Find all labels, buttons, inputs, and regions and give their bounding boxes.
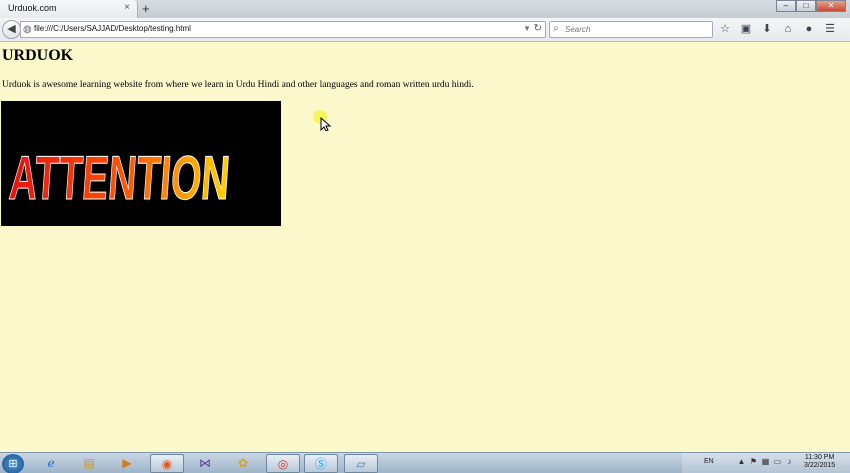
tab-close-icon[interactable]: ×: [124, 2, 130, 14]
title-bar: Urduok.com × + – □ ✕: [0, 0, 850, 18]
firefox-icon[interactable]: ◉: [150, 454, 184, 473]
browser-tab[interactable]: Urduok.com ×: [0, 0, 138, 18]
star-icon[interactable]: ☆: [718, 22, 732, 36]
back-button[interactable]: ◀: [2, 20, 21, 39]
attention-image: ATTENTION: [1, 101, 281, 226]
menu-icon[interactable]: ☰: [823, 22, 837, 36]
window-controls: – □ ✕: [776, 0, 846, 12]
home-icon[interactable]: ⌂: [781, 22, 795, 36]
url-text[interactable]: file:///C:/Users/SAJJAD/Desktop/testing.…: [34, 24, 191, 33]
new-tab-button[interactable]: +: [142, 1, 150, 16]
system-tray: EN ▲ ⚑ ▦ ▭ ♪ 11:30 PM 3/22/2015: [682, 453, 850, 473]
page-title: URDUOK: [2, 47, 74, 64]
globe-icon: ◍: [23, 24, 32, 35]
skype-icon[interactable]: Ⓢ: [304, 454, 338, 473]
bookmarks-icon[interactable]: ▣: [739, 22, 753, 36]
taskbar: ⊞ ℯ ▤ ▶ ◉ ⋈ ✿ ◎ Ⓢ ▱ EN ▲ ⚑ ▦ ▭ ♪ 11:30 P…: [0, 452, 850, 473]
page-content: URDUOK Urduok is awesome learning websit…: [0, 43, 850, 452]
paint-icon[interactable]: ✿: [226, 454, 260, 473]
language-indicator[interactable]: EN: [704, 458, 714, 465]
tray-icons: ▲ ⚑ ▦ ▭ ♪: [737, 457, 794, 467]
reload-icon[interactable]: ↻: [534, 23, 542, 34]
notepad-icon[interactable]: ▱: [344, 454, 378, 473]
url-bar[interactable]: ◍ file:///C:/Users/SAJJAD/Desktop/testin…: [20, 21, 546, 38]
media-icon[interactable]: ▶: [110, 454, 144, 473]
ie-icon[interactable]: ℯ: [34, 454, 68, 473]
vs-icon[interactable]: ⋈: [188, 454, 222, 473]
search-bar[interactable]: ⌕ Search: [549, 21, 713, 38]
minimize-button[interactable]: –: [776, 0, 796, 12]
explorer-icon[interactable]: ▤: [72, 454, 106, 473]
close-button[interactable]: ✕: [816, 0, 846, 12]
search-input[interactable]: Search: [565, 25, 590, 34]
attention-graphic: ATTENTION: [7, 144, 233, 214]
monitor-icon[interactable]: ▭: [773, 457, 782, 467]
clock-time: 11:30 PM: [804, 454, 835, 461]
download-icon[interactable]: ⬇: [760, 22, 774, 36]
volume-icon[interactable]: ♪: [785, 457, 794, 467]
back-arrow-icon: ◀: [7, 23, 16, 35]
tab-title: Urduok.com: [8, 3, 57, 13]
chat-icon[interactable]: ●: [802, 22, 816, 36]
clock-date: 3/22/2015: [804, 462, 836, 469]
start-icon[interactable]: ⊞: [2, 454, 24, 473]
attention-text: ATTENTION: [7, 144, 232, 213]
search-icon: ⌕: [553, 23, 559, 34]
maximize-button[interactable]: □: [796, 0, 816, 12]
navigation-toolbar: ◀ ◍ file:///C:/Users/SAJJAD/Desktop/test…: [0, 18, 850, 42]
chrome-icon[interactable]: ◎: [266, 454, 300, 473]
network-icon[interactable]: ▦: [761, 457, 770, 467]
toolbar-icons: ☆ ▣ ⬇ ⌂ ● ☰: [718, 22, 837, 36]
clock[interactable]: 11:30 PM 3/22/2015: [804, 454, 835, 470]
mouse-cursor: [312, 109, 332, 136]
tray-arrow-icon[interactable]: ▲: [737, 457, 746, 467]
flag-icon[interactable]: ⚑: [749, 457, 758, 467]
page-paragraph: Urduok is awesome learning website from …: [2, 80, 474, 90]
dropdown-icon[interactable]: ▼: [523, 24, 531, 33]
